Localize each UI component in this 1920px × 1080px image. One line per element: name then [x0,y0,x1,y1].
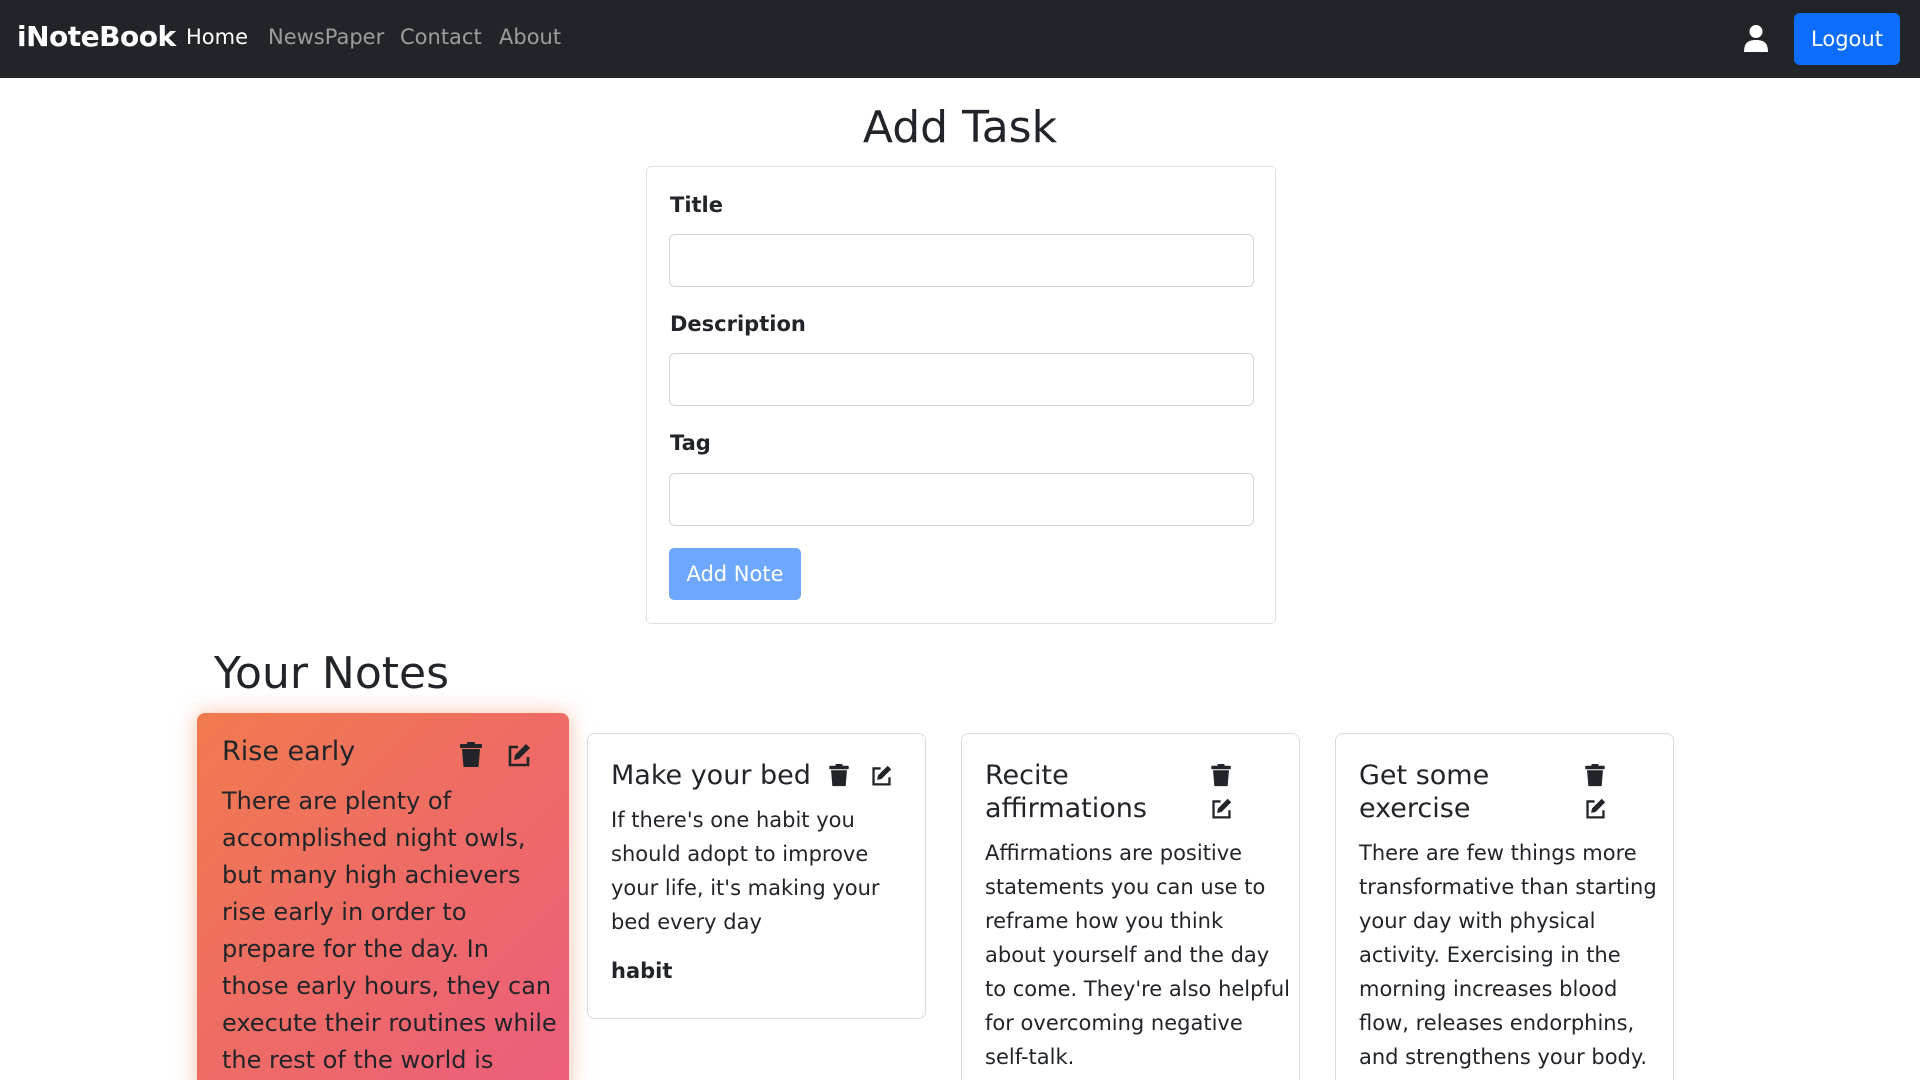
note-card[interactable]: Make your bed If there's one habit you s… [587,733,926,1019]
title-label: Title [670,193,724,217]
nav-link-newspaper[interactable]: NewsPaper [268,25,384,49]
note-title: Recite affirmations [985,760,1147,824]
note-description: If there's one habit you should adopt to… [611,808,880,934]
edit-icon[interactable] [507,742,531,768]
note-card[interactable]: Get some exercise There are few things m… [1335,733,1674,1080]
note-card[interactable]: Rise early There are plenty of accomplis… [197,713,569,1080]
nav-link-home[interactable]: Home [186,25,248,49]
description-input[interactable] [669,353,1254,406]
note-description: There are plenty of accomplished night o… [222,787,557,1074]
add-task-form: Title Description Tag Add Note [646,166,1276,624]
note-tag: habit [611,959,673,983]
trash-icon[interactable] [1584,764,1606,787]
description-label: Description [670,312,806,336]
trash-icon[interactable] [828,764,850,787]
note-title: Get some exercise [1359,760,1490,824]
notes-heading: Your Notes [214,648,449,699]
note-card[interactable]: Recite affirmations Affirmations are pos… [961,733,1300,1080]
trash-icon[interactable] [459,742,483,768]
note-description: There are few things more transformative… [1359,841,1657,1080]
edit-icon[interactable] [1210,797,1233,820]
note-title: Make your bed [611,760,811,791]
edit-icon[interactable] [1584,797,1607,820]
nav-link-about[interactable]: About [499,25,561,49]
nav-link-contact[interactable]: Contact [400,25,482,49]
user-icon[interactable] [1743,24,1769,52]
edit-icon[interactable] [870,764,893,787]
note-description: Affirmations are positive statements you… [985,841,1291,1069]
tag-label: Tag [670,431,711,455]
logout-button[interactable]: Logout [1794,13,1900,65]
brand-logo[interactable]: iNoteBook [17,20,176,53]
title-input[interactable] [669,234,1254,287]
note-title: Rise early [222,736,356,767]
tag-input[interactable] [669,473,1254,526]
navbar: iNoteBook Home NewsPaper Contact About L… [0,0,1920,78]
trash-icon[interactable] [1210,764,1232,787]
page-title: Add Task [862,102,1058,153]
add-note-button[interactable]: Add Note [669,548,801,600]
